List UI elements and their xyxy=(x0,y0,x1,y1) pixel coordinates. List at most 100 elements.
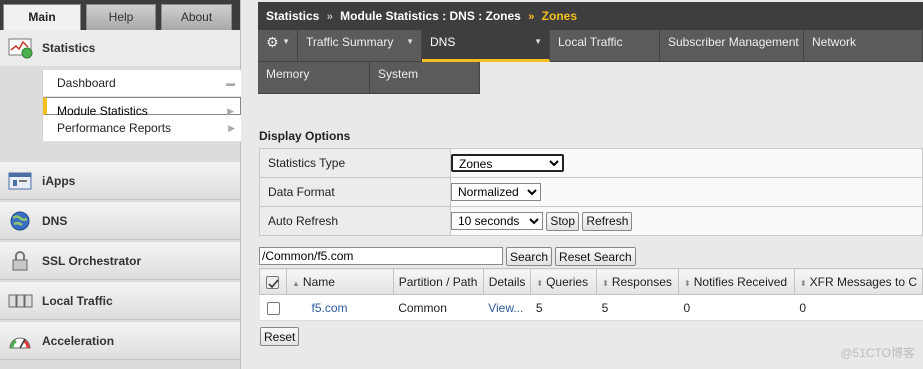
column-header-responses[interactable]: ⬍ Responses xyxy=(596,268,680,295)
statistics-submenu: Dashboard ▬ Module Statistics ▶ Performa… xyxy=(42,70,241,142)
zone-name-link[interactable]: f5.com xyxy=(312,301,348,315)
tab-local-traffic[interactable]: Local Traffic xyxy=(550,30,660,62)
header-label: Notifies Received xyxy=(693,274,788,289)
breadcrumb-module-statistics[interactable]: Module Statistics : DNS : Zones xyxy=(340,9,521,23)
tab-label: Subscriber Management xyxy=(668,35,799,49)
tab-label: DNS xyxy=(430,35,456,49)
tab-bar-filler xyxy=(480,62,923,94)
breadcrumb-separator-icon: » xyxy=(528,11,535,23)
tab-system[interactable]: System xyxy=(370,62,480,94)
module-local-traffic[interactable]: Local Traffic xyxy=(0,282,240,320)
statistics-module[interactable]: Statistics xyxy=(0,30,240,66)
header-label: Details xyxy=(488,274,526,289)
module-dns[interactable]: DNS xyxy=(0,202,240,240)
xfr-cell: 0 xyxy=(799,300,807,315)
left-tabs: Main Help About xyxy=(0,0,240,30)
tab-help[interactable]: Help xyxy=(86,4,156,30)
tab-dns[interactable]: DNS ▼ xyxy=(422,30,550,62)
chevron-right-icon: ▶ xyxy=(228,123,235,133)
sidebar-item-label: Performance Reports xyxy=(57,121,172,135)
display-options-title: Display Options xyxy=(259,129,351,143)
tab-traffic-summary[interactable]: Traffic Summary ▼ xyxy=(298,30,422,62)
sort-icon: ⬍ xyxy=(536,278,544,288)
reset-search-button[interactable]: Reset Search xyxy=(555,247,636,266)
table-header-row: ▲ Name Partition / Path Details ⬍ Queries … xyxy=(259,268,923,295)
module-label: Local Traffic xyxy=(42,293,113,308)
left-navigation: Main Help About Statistics Dashboard ▬ M… xyxy=(0,0,241,369)
header-label: Queries xyxy=(546,274,589,289)
sidebar-item-performance-reports[interactable]: Performance Reports ▶ xyxy=(43,115,241,142)
table-row: f5.com Common View... 5 5 0 0 xyxy=(259,294,923,321)
module-label: DNS xyxy=(42,213,68,228)
module-iapps[interactable]: iApps xyxy=(0,162,240,200)
breadcrumb-separator-icon: » xyxy=(326,11,333,23)
statistics-icon xyxy=(8,36,34,60)
main-content: Statistics » Module Statistics : DNS : Z… xyxy=(258,0,923,369)
sort-icon: ⬍ xyxy=(602,278,609,288)
header-label: XFR Messages to C xyxy=(809,274,917,289)
breadcrumb: Statistics » Module Statistics : DNS : Z… xyxy=(258,2,923,30)
sidebar-item-dashboard[interactable]: Dashboard ▬ xyxy=(43,70,241,97)
tab-main[interactable]: Main xyxy=(3,4,81,30)
chevron-down-icon: ▼ xyxy=(534,37,542,46)
auto-refresh-select[interactable]: 10 seconds xyxy=(451,212,543,230)
chevron-down-icon: ▼ xyxy=(282,37,290,46)
local-traffic-icon xyxy=(8,289,34,313)
chevron-down-icon: ▼ xyxy=(406,37,414,46)
details-view-link[interactable]: View... xyxy=(488,301,523,315)
sidebar-item-module-statistics[interactable]: Module Statistics ▶ xyxy=(43,97,241,118)
select-all-header[interactable] xyxy=(259,268,287,295)
header-label: Partition / Path xyxy=(398,274,478,289)
stop-button[interactable]: Stop xyxy=(546,211,580,231)
tab-label: System xyxy=(378,67,419,81)
refresh-button[interactable]: Refresh xyxy=(582,211,633,231)
column-header-queries[interactable]: ⬍ Queries xyxy=(530,268,598,295)
sort-icon: ⬍ xyxy=(799,278,807,288)
tab-label: Traffic Summary xyxy=(306,35,394,49)
tab-label: Network xyxy=(812,35,857,49)
module-acceleration[interactable]: Acceleration xyxy=(0,322,240,360)
sidebar-item-label: Dashboard xyxy=(57,76,116,90)
row-checkbox[interactable] xyxy=(266,301,280,315)
queries-cell: 5 xyxy=(535,300,543,315)
column-header-name[interactable]: ▲ Name xyxy=(286,268,394,295)
partition-cell: Common xyxy=(398,300,447,315)
tab-network[interactable]: Network xyxy=(804,30,923,62)
display-options-table: Statistics Type Zones Data Format Normal… xyxy=(259,148,923,236)
reset-button[interactable]: Reset xyxy=(260,327,300,346)
module-label: iApps xyxy=(42,173,76,188)
auto-refresh-label: Auto Refresh xyxy=(259,206,451,236)
responses-cell: 5 xyxy=(601,300,609,315)
header-label: Name xyxy=(302,274,335,289)
header-label: Responses xyxy=(611,274,672,289)
data-format-select[interactable]: Normalized xyxy=(451,183,541,201)
expand-icon: ▬ xyxy=(226,78,235,88)
sort-asc-icon: ▲ xyxy=(292,278,300,288)
tab-memory[interactable]: Memory xyxy=(258,62,370,94)
module-ssl-orchestrator[interactable]: SSL Orchestrator xyxy=(0,242,240,280)
module-label: SSL Orchestrator xyxy=(42,253,142,268)
tab-label: Local Traffic xyxy=(558,35,623,49)
iapps-icon xyxy=(8,169,34,193)
column-header-partition[interactable]: Partition / Path xyxy=(392,268,484,295)
sort-icon: ⬍ xyxy=(684,278,691,288)
statistics-type-select[interactable]: Zones xyxy=(451,154,564,172)
data-format-label: Data Format xyxy=(259,177,451,207)
globe-icon xyxy=(8,209,34,233)
notifies-cell: 0 xyxy=(683,300,691,315)
statistics-type-label: Statistics Type xyxy=(259,148,451,178)
watermark: @51CTO博客 xyxy=(840,346,915,360)
column-header-notifies-received[interactable]: ⬍ Notifies Received xyxy=(678,268,795,295)
statistics-label: Statistics xyxy=(42,41,96,55)
gauge-icon xyxy=(8,329,34,353)
select-all-checkbox[interactable] xyxy=(266,275,279,289)
breadcrumb-statistics[interactable]: Statistics xyxy=(266,9,319,23)
tab-about[interactable]: About xyxy=(161,4,232,30)
search-button[interactable]: Search xyxy=(506,247,553,266)
column-header-xfr-messages[interactable]: ⬍ XFR Messages to C xyxy=(793,268,923,295)
search-input[interactable] xyxy=(259,247,503,265)
gear-icon: ⚙ xyxy=(266,34,279,50)
gear-menu-button[interactable]: ⚙ ▼ xyxy=(258,30,298,62)
tab-subscriber-management[interactable]: Subscriber Management xyxy=(660,30,804,62)
search-row: Search Reset Search xyxy=(259,247,636,266)
